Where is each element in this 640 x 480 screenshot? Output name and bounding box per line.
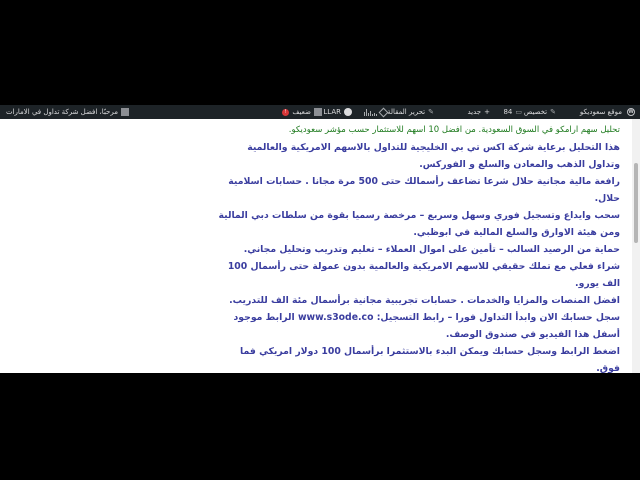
paragraph-sponsor: هذا التحليل برعاية شركة اكس تي بي الخليج… [247, 142, 620, 170]
paragraph-license: سحب وايداع وتسجيل فوري وسهل وسريع – مرخص… [218, 210, 620, 238]
new-content-menu[interactable]: + جديد [468, 105, 491, 119]
registration-link[interactable]: www.s3ode.co [298, 312, 373, 323]
paragraph-register: سجل حسابك الان وابدأ التداول فورا – رابط… [216, 309, 620, 343]
llar-menu[interactable]: LLAR [323, 105, 352, 119]
scrollbar-thumb[interactable] [634, 163, 638, 243]
seo-icon [314, 108, 322, 116]
wordpress-logo-icon[interactable]: W [626, 105, 636, 119]
seo-label: ضعيف [292, 108, 311, 116]
paragraph-platforms: افضل المنصات والمزايا والخدمات . حسابات … [229, 295, 620, 306]
avatar [121, 108, 129, 116]
edit-post-menu[interactable]: ✎ تحرير المقالة [387, 105, 434, 119]
site-name-label: موقع سعوديكو [579, 108, 622, 116]
edit-post-label: تحرير المقالة [387, 108, 426, 116]
paragraph-ownership: شراء فعلي مع تملك حقيقي للاسهم الامريكية… [227, 261, 620, 289]
register-text-before: سجل حسابك الان وابدأ التداول فورا – رابط… [373, 312, 620, 323]
comments-count: 84 [503, 108, 513, 116]
brush-icon: ✎ [550, 108, 556, 116]
stats-menu[interactable] [364, 105, 389, 119]
wp-admin-bar: W موقع سعوديكو ✎ تخصيص ▭ 84 + جديد ✎ تحر… [0, 105, 640, 119]
customize-label: تخصيص [523, 108, 548, 116]
customize-menu[interactable]: ✎ تخصيص [524, 105, 556, 119]
llar-shield-icon [344, 108, 352, 116]
comment-icon: ▭ [515, 108, 522, 116]
new-label: جديد [467, 108, 482, 116]
site-name-menu[interactable]: موقع سعوديكو [580, 105, 622, 119]
paragraph-protection: حماية من الرصيد السالب – تأمين على اموال… [243, 244, 620, 255]
seo-menu[interactable]: ضعيف ! [282, 105, 322, 119]
seo-warning-badge: ! [282, 108, 290, 116]
howdy-label: مرحبًا، افضل شركة تداول في الامارات [6, 108, 118, 116]
plus-icon: + [484, 108, 490, 116]
comments-menu[interactable]: ▭ 84 [503, 105, 522, 119]
llar-label: LLAR [323, 108, 341, 116]
browser-viewport: W موقع سعوديكو ✎ تخصيص ▭ 84 + جديد ✎ تحر… [0, 105, 640, 373]
stats-sparkline-icon [364, 108, 377, 116]
diamond-icon [378, 107, 389, 117]
post-content: تحليل سهم ارامكو في السوق السعودية. من ا… [216, 119, 620, 373]
paragraph-minimum: اضغط الرابط وسجل حسابك ويمكن البدء بالاس… [240, 346, 620, 373]
paragraph-leverage: رافعة مالية مجانية حلال شرعا تضاعف رأسما… [228, 176, 620, 204]
intro-paragraph: تحليل سهم ارامكو في السوق السعودية. من ا… [288, 125, 620, 135]
scrollbar-track[interactable] [632, 119, 640, 373]
edit-icon: ✎ [428, 108, 434, 116]
account-menu[interactable]: مرحبًا، افضل شركة تداول في الامارات [6, 105, 129, 119]
